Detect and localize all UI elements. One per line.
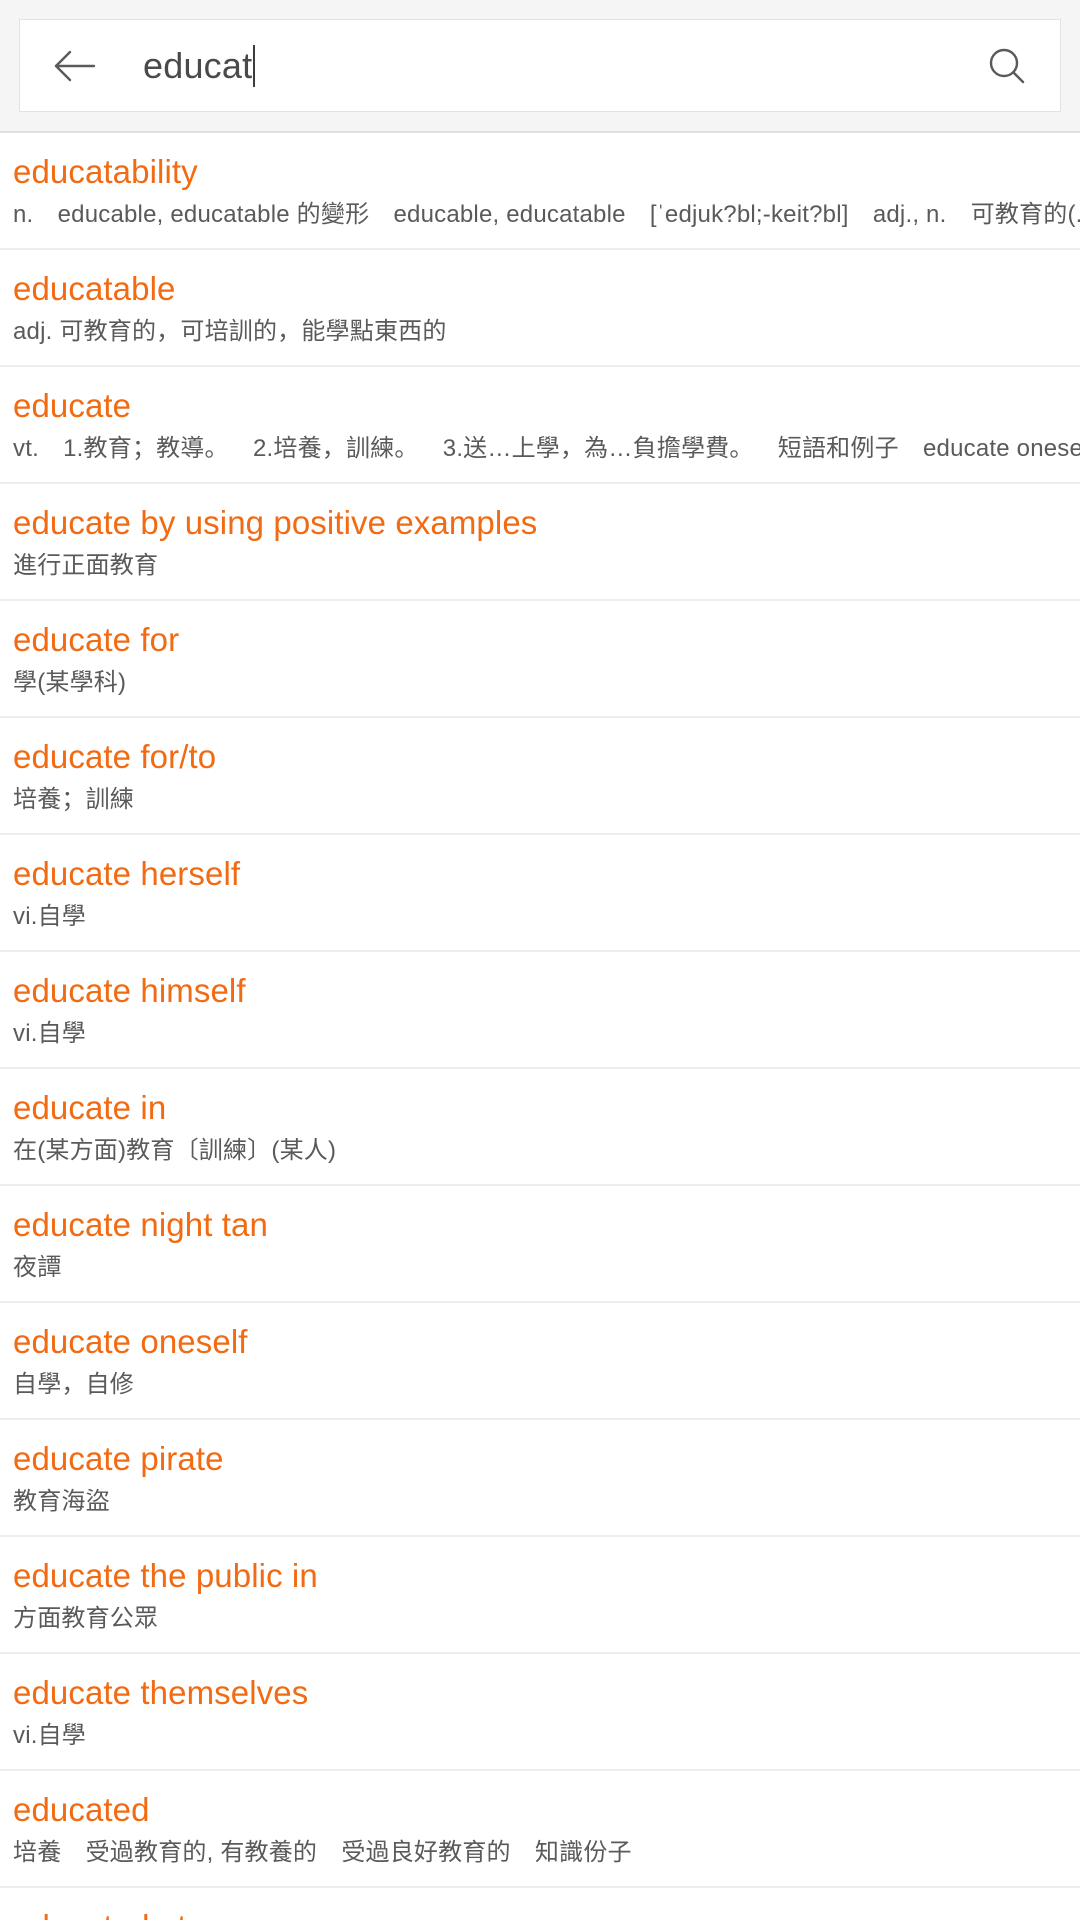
result-headword: educate themselves (13, 1674, 309, 1711)
result-definition: 教育海盜 (13, 1488, 110, 1515)
result-headword: educate in (13, 1089, 167, 1126)
result-item[interactable]: educate for/to 培養；訓練 (0, 718, 1080, 835)
result-item[interactable]: educate night tan 夜譚 (0, 1186, 1080, 1303)
result-headword: educate the public in (13, 1557, 318, 1594)
result-item[interactable]: educate pirate 教育海盜 (0, 1420, 1080, 1537)
result-definition: 學(某學科) (13, 669, 127, 696)
result-definition: 培養 受過教育的, 有教養的 受過良好教育的 知識份子 (13, 1839, 632, 1866)
result-item[interactable]: educatability n. educable, educatable 的變形… (0, 133, 1080, 250)
result-definition: 夜譚 (13, 1254, 62, 1281)
search-bar[interactable]: educat (19, 19, 1061, 112)
result-item[interactable]: educate herself vi.自學 (0, 835, 1080, 952)
result-definition: 方面教育公眾 (13, 1605, 159, 1632)
search-results-list: educatability n. educable, educatable 的變形… (0, 133, 1080, 1920)
search-input-value: educat (143, 44, 253, 86)
result-headword: educated (13, 1791, 150, 1828)
result-item[interactable]: educate in 在(某方面)教育〔訓練〕(某人) (0, 1069, 1080, 1186)
result-item[interactable]: educatable adj. 可教育的，可培訓的，能學點東西的 (0, 250, 1080, 367)
result-headword: educatable (13, 270, 176, 307)
result-headword: educated at (13, 1907, 1080, 1920)
result-headword: educate oneself (13, 1323, 248, 1360)
result-item[interactable]: educate for 學(某學科) (0, 601, 1080, 718)
result-item[interactable]: educate oneself 自學，自修 (0, 1303, 1080, 1420)
result-headword: educate by using positive examples (13, 504, 538, 541)
result-headword: educate for (13, 621, 180, 658)
result-item[interactable]: educated 培養 受過教育的, 有教養的 受過良好教育的 知識份子 (0, 1771, 1080, 1888)
result-headword: educate himself (13, 972, 246, 1009)
result-definition: vi.自學 (13, 1020, 86, 1047)
result-definition: vt. 1.教育；教導。 2.培養，訓練。 3.送…上學，為…負擔學費。 短語和… (13, 435, 1080, 462)
result-item[interactable]: educate vt. 1.教育；教導。 2.培養，訓練。 3.送…上學，為…負擔… (0, 367, 1080, 484)
result-definition: 在(某方面)教育〔訓練〕(某人) (13, 1137, 337, 1164)
result-item[interactable]: educate themselves vi.自學 (0, 1654, 1080, 1771)
result-headword: educate pirate (13, 1440, 224, 1477)
result-item[interactable]: educate the public in 方面教育公眾 (0, 1537, 1080, 1654)
result-headword: educate (13, 387, 132, 424)
result-definition: adj. 可教育的，可培訓的，能學點東西的 (13, 318, 447, 345)
search-region: educat (0, 0, 1080, 131)
result-definition: 自學，自修 (13, 1371, 134, 1398)
result-item[interactable]: educated at在…讀書，在…受教育 (0, 1888, 1080, 1920)
result-headword: educate night tan (13, 1206, 268, 1243)
back-arrow-icon[interactable] (52, 43, 98, 89)
result-definition: vi.自學 (13, 903, 86, 930)
search-icon[interactable] (984, 43, 1030, 89)
result-item[interactable]: educate by using positive examples 進行正面教育 (0, 484, 1080, 601)
text-cursor (253, 44, 256, 87)
result-definition: vi.自學 (13, 1722, 86, 1749)
search-input[interactable]: educat (98, 44, 984, 87)
result-definition: 進行正面教育 (13, 552, 159, 579)
result-definition: n. educable, educatable 的變形 educable, ed… (13, 201, 1080, 228)
result-headword: educate for/to (13, 738, 217, 775)
result-headword: educatability (13, 153, 198, 190)
result-item[interactable]: educate himself vi.自學 (0, 952, 1080, 1069)
result-definition: 培養；訓練 (13, 786, 134, 813)
result-headword: educate herself (13, 855, 241, 892)
